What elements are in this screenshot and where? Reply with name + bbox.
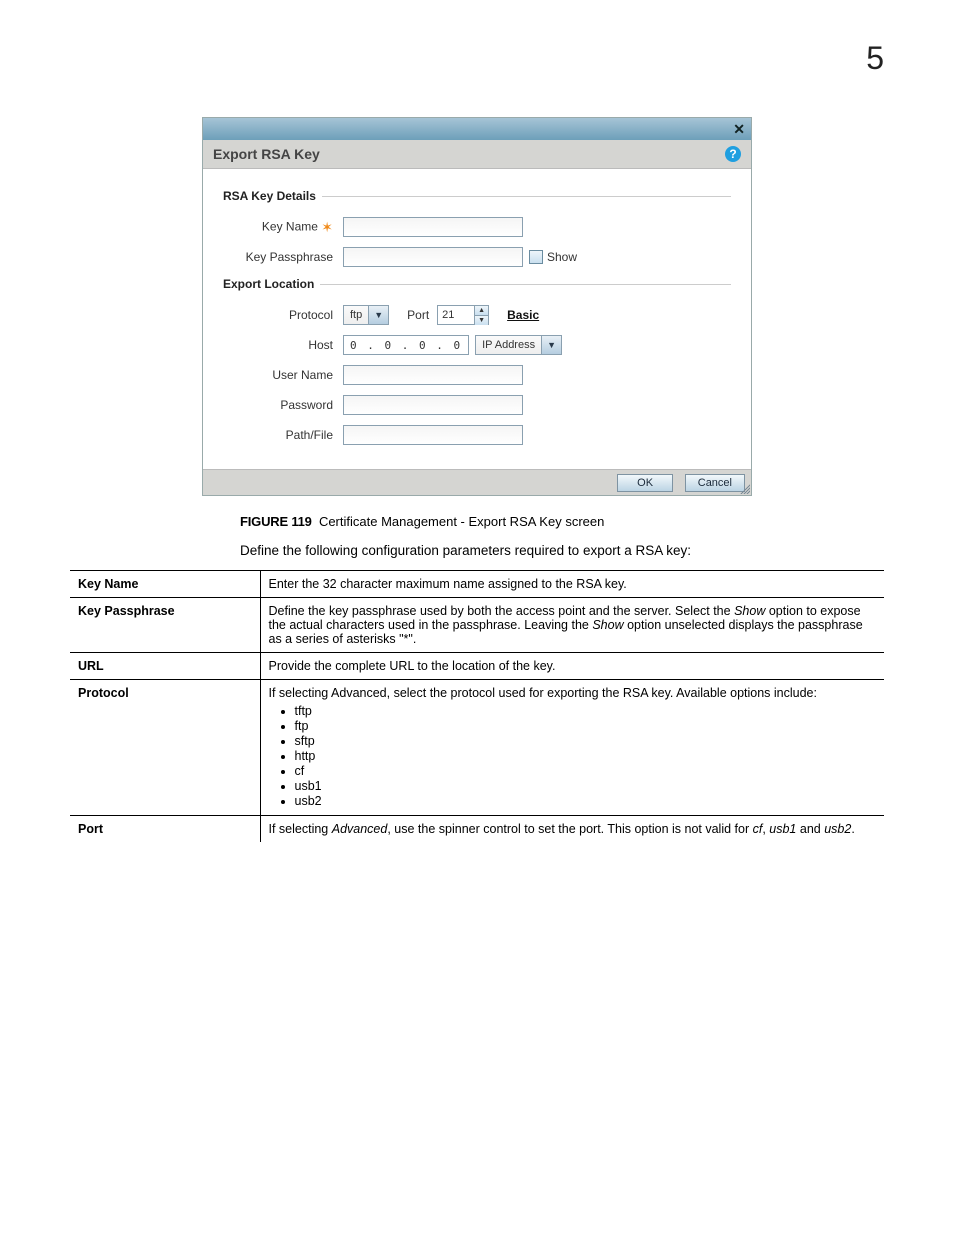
param-name: URL <box>70 653 260 680</box>
password-input[interactable] <box>343 395 523 415</box>
intro-text: Define the following configuration param… <box>240 543 884 558</box>
user-name-input[interactable] <box>343 365 523 385</box>
list-item: http <box>295 749 877 763</box>
param-name: Key Passphrase <box>70 598 260 653</box>
ok-button[interactable]: OK <box>617 474 673 492</box>
cancel-button[interactable]: Cancel <box>685 474 745 492</box>
figure-text: Certificate Management - Export RSA Key … <box>319 514 604 529</box>
resize-grip-icon[interactable] <box>738 482 750 494</box>
host-type-select[interactable]: IP Address ▼ <box>475 335 562 355</box>
chevron-down-icon: ▼ <box>368 306 388 324</box>
param-desc: If selecting Advanced, use the spinner c… <box>260 816 884 843</box>
figure-label: FIGURE 119 <box>240 514 312 529</box>
port-value: 21 <box>438 306 474 324</box>
table-row: ProtocolIf selecting Advanced, select th… <box>70 680 884 816</box>
path-file-input[interactable] <box>343 425 523 445</box>
host-type-value: IP Address <box>476 339 541 351</box>
dialog-footer: OK Cancel <box>203 469 751 495</box>
spinner-up-icon[interactable]: ▲ <box>475 306 488 316</box>
table-row: URLProvide the complete URL to the locat… <box>70 653 884 680</box>
dialog-title: Export RSA Key <box>213 146 320 162</box>
label-protocol: Protocol <box>223 308 343 322</box>
dialog-header: Export RSA Key ? <box>203 140 751 169</box>
list-item: usb2 <box>295 794 877 808</box>
port-spinner[interactable]: 21 ▲ ▼ <box>437 305 489 325</box>
key-name-input[interactable] <box>343 217 523 237</box>
spinner-down-icon[interactable]: ▼ <box>475 316 488 325</box>
table-row: Key PassphraseDefine the key passphrase … <box>70 598 884 653</box>
label-key-name: Key Name ✶ <box>223 219 343 236</box>
label-user-name: User Name <box>223 368 343 382</box>
basic-link[interactable]: Basic <box>507 308 539 322</box>
list-item: sftp <box>295 734 877 748</box>
protocol-list: tftpftpsftphttpcfusb1usb2 <box>269 704 877 808</box>
help-icon[interactable]: ? <box>725 146 741 162</box>
param-desc: If selecting Advanced, select the protoc… <box>260 680 884 816</box>
table-row: PortIf selecting Advanced, use the spinn… <box>70 816 884 843</box>
section-rsa-key-details: RSA Key Details <box>223 189 731 203</box>
table-row: Key NameEnter the 32 character maximum n… <box>70 571 884 598</box>
list-item: tftp <box>295 704 877 718</box>
dialog-body: RSA Key Details Key Name ✶ Key Passphras… <box>203 169 751 469</box>
close-icon[interactable]: ✕ <box>733 121 745 137</box>
list-item: usb1 <box>295 779 877 793</box>
key-passphrase-input[interactable] <box>343 247 523 267</box>
export-rsa-key-dialog: ✕ Export RSA Key ? RSA Key Details Key N… <box>202 117 752 496</box>
host-ip-input[interactable]: 0 . 0 . 0 . 0 <box>343 335 469 355</box>
label-password: Password <box>223 398 343 412</box>
param-desc: Define the key passphrase used by both t… <box>260 598 884 653</box>
label-port: Port <box>407 308 429 322</box>
show-checkbox[interactable] <box>529 250 543 264</box>
label-key-passphrase: Key Passphrase <box>223 250 343 264</box>
param-name: Port <box>70 816 260 843</box>
label-path-file: Path/File <box>223 428 343 442</box>
label-key-name-text: Key Name <box>262 219 318 233</box>
list-item: cf <box>295 764 877 778</box>
figure-caption: FIGURE 119 Certificate Management - Expo… <box>240 514 884 529</box>
parameters-table: Key NameEnter the 32 character maximum n… <box>70 570 884 842</box>
required-icon: ✶ <box>321 219 333 235</box>
protocol-select-value: ftp <box>344 309 368 321</box>
param-name: Protocol <box>70 680 260 816</box>
label-host: Host <box>223 338 343 352</box>
section-export-location: Export Location <box>223 277 731 291</box>
page-number: 5 <box>70 40 884 77</box>
param-name: Key Name <box>70 571 260 598</box>
show-label: Show <box>547 250 577 264</box>
param-desc: Enter the 32 character maximum name assi… <box>260 571 884 598</box>
dialog-titlebar: ✕ <box>203 118 751 140</box>
chevron-down-icon: ▼ <box>541 336 561 354</box>
param-desc: Provide the complete URL to the location… <box>260 653 884 680</box>
protocol-select[interactable]: ftp ▼ <box>343 305 389 325</box>
list-item: ftp <box>295 719 877 733</box>
